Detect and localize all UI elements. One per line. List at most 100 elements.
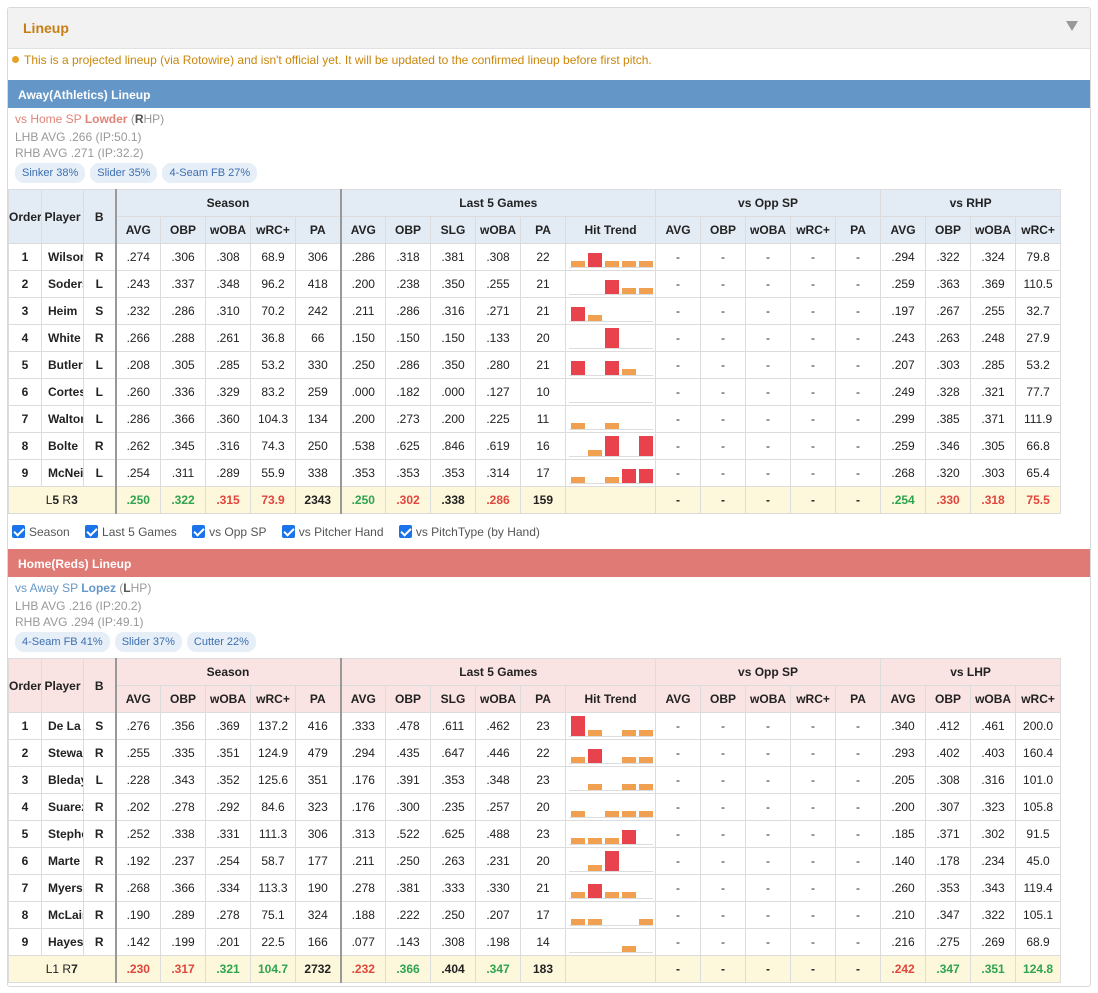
trend-bar (638, 436, 653, 456)
player-row[interactable]: 8McLainR.190.289.27875.1324.188.222.250.… (8, 901, 1062, 929)
vs-hand-stat: .322 (970, 901, 1017, 929)
checkbox-checked-icon[interactable] (12, 525, 25, 538)
vs-opp-stat: - (745, 766, 792, 794)
checkbox-checked-icon[interactable] (85, 525, 99, 538)
trend-bar (587, 730, 602, 736)
player-name[interactable]: Heim (41, 297, 84, 325)
player-name[interactable]: Marte (41, 847, 84, 875)
checkbox-checked-icon[interactable] (281, 525, 295, 538)
home-sp-hand-rest: HP (130, 581, 148, 595)
vs-opp-stat: - (655, 324, 702, 352)
vs-opp-stat: - (700, 378, 747, 406)
checkbox-vs-pitcher-hand[interactable]: vs Pitcher Hand (281, 525, 384, 539)
trend-bar (570, 892, 585, 898)
hit-trend-cell (564, 901, 657, 929)
hit-trend-cell (564, 405, 657, 433)
vs-opp-stat: - (655, 901, 702, 929)
player-name[interactable]: Butler (41, 351, 84, 379)
last5-stat: .625 (430, 820, 476, 848)
player-row[interactable]: 4 White R .266.288.261 36.8 66.150.150.150.13… (8, 324, 1062, 352)
bat-hand: L (83, 378, 116, 406)
season-stat: 250 (295, 432, 341, 460)
vs-hand-stat: .275 (925, 928, 972, 956)
season-stat: 96.2 (250, 270, 296, 298)
last5-stat: .182 (385, 378, 431, 406)
vs-hand-stat: .303 (925, 351, 972, 379)
collapse-caret-icon[interactable] (1066, 21, 1078, 31)
last5-stat: .176 (339, 793, 386, 821)
vs-opp-stat: - (745, 432, 792, 460)
checkbox-vs-pitchtype[interactable]: vs PitchType (by Hand) (398, 525, 540, 539)
last5-stat: .231 (475, 847, 521, 875)
player-name[interactable]: Cortes (41, 378, 84, 406)
player-row[interactable]: 4 Suarez R .202.278.292 84.6 323.176.300.235.… (8, 793, 1062, 821)
summary-last5-stat: .250 (339, 486, 386, 514)
bat-hand: R (83, 820, 116, 848)
checkbox-season[interactable]: Season (12, 525, 70, 539)
last5-stat: .286 (385, 297, 431, 325)
col-last5-woba: wOBA (475, 216, 521, 244)
player-row[interactable]: 6 Cortes L .260.336.329 83.2 259.000.182.000.… (8, 378, 1062, 406)
player-name[interactable]: Soderstrom (41, 270, 84, 298)
col-last5-obp: OBP (385, 685, 431, 713)
player-row[interactable]: 5 Butler L .208.305.285 53.2 330.250.286.350.… (8, 351, 1062, 379)
trend-bar (570, 307, 585, 321)
player-name[interactable]: McNeil (41, 459, 84, 487)
checkbox-last5[interactable]: Last 5 Games (85, 525, 177, 539)
checkbox-checked-icon[interactable] (398, 525, 412, 538)
vs-opp-stat: - (700, 847, 747, 875)
player-row[interactable]: 2StewartR.255.335.351124.9479.294.435.64… (8, 739, 1062, 767)
vs-opp-stat: - (790, 712, 837, 740)
player-row[interactable]: 7WaltonL.286.366.360104.3134.200.273.200… (8, 405, 1062, 433)
player-row[interactable]: 5StephensonR.252.338.331111.3306.313.522… (8, 820, 1062, 848)
vs-hand-stat: .316 (970, 766, 1017, 794)
player-name[interactable]: Stephenson (41, 820, 84, 848)
last5-stat: .127 (475, 378, 521, 406)
vs-opp-stat: - (790, 739, 837, 767)
player-name[interactable]: Bolte (41, 432, 84, 460)
hit-trend-chart (568, 436, 653, 457)
player-name[interactable]: White (41, 324, 84, 352)
vs-opp-stat: - (790, 243, 837, 271)
player-name[interactable]: Wilson (41, 243, 84, 271)
player-name[interactable]: Myers (41, 874, 84, 902)
player-name[interactable]: Stewart (41, 739, 84, 767)
vs-hand-stat: 77.7 (1015, 378, 1062, 406)
checkbox-checked-icon[interactable] (192, 525, 206, 538)
player-row[interactable]: 3 Bleday L .228.343.352 125.6 351.176.391.353… (8, 766, 1062, 794)
player-row[interactable]: 1De La CruzS.276.356.369137.2416.333.478… (8, 712, 1062, 740)
player-row[interactable]: 7 Myers R .268.366.334 113.3 190.278.381.333.… (8, 874, 1062, 902)
player-name[interactable]: Bleday (41, 766, 84, 794)
player-row[interactable]: 6 Marte R .192.237.254 58.7 177.211.250.263.2… (8, 847, 1062, 875)
player-name[interactable]: Walton (41, 405, 84, 433)
player-row[interactable]: 3 Heim S .232.286.310 70.2 242.211.286.316.27… (8, 297, 1062, 325)
player-row[interactable]: 2SoderstromL.243.337.34896.2418.200.238.… (8, 270, 1062, 298)
col-hand-wrc: wRC+ (1015, 685, 1062, 713)
player-row[interactable]: 9 McNeil L .254.311.289 55.9 338.353.353.353.… (8, 459, 1062, 487)
player-name[interactable]: De La Cruz (41, 712, 84, 740)
away-sp-name[interactable]: Lowder (85, 112, 128, 126)
player-row[interactable]: 9 Hayes R .142.199.201 22.5 166.077.143.308.1… (8, 928, 1062, 956)
vs-opp-stat: - (790, 874, 837, 902)
trend-bar (604, 811, 619, 817)
bat-hand: R (83, 901, 116, 929)
player-name[interactable]: Suarez (41, 793, 84, 821)
home-sp-name[interactable]: Lopez (81, 581, 116, 595)
checkbox-vs-opp-sp[interactable]: vs Opp SP (192, 525, 266, 539)
season-stat: 306 (295, 243, 341, 271)
player-name[interactable]: McLain (41, 901, 84, 929)
hit-trend-cell (564, 847, 657, 875)
away-lhb-avg: LHB AVG .266 (IP:50.1) (15, 130, 142, 144)
home-lineup-title: Home(Reds) Lineup (18, 557, 132, 571)
hit-trend-cell (564, 793, 657, 821)
player-row[interactable]: 8 Bolte R .262.345.316 74.3 250.538.625.846.6… (8, 432, 1062, 460)
lineup-panel-header[interactable]: Lineup (8, 8, 1090, 49)
season-stat: 330 (295, 351, 341, 379)
vs-hand-stat: .200 (880, 793, 927, 821)
bat-hand: R (83, 874, 116, 902)
last5-stat: .353 (430, 459, 476, 487)
player-row[interactable]: 1 Wilson R .274.306.308 68.9 306.286.318.381.… (8, 243, 1062, 271)
hit-trend-cell (564, 243, 657, 271)
player-name[interactable]: Hayes (41, 928, 84, 956)
season-stat: .331 (205, 820, 251, 848)
